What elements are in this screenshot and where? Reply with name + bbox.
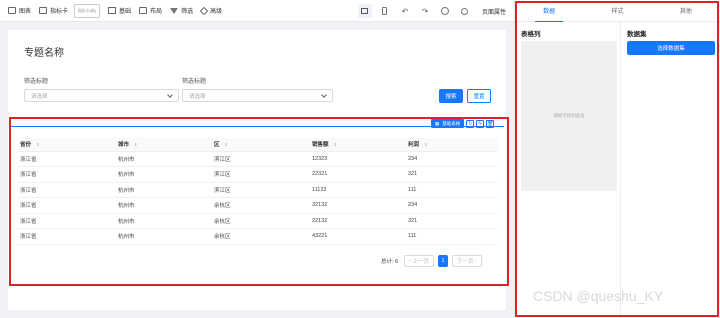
reset-button[interactable]: 重置 xyxy=(467,89,491,103)
toolbar-item-label: 筛选 xyxy=(181,9,194,15)
redo-button[interactable]: ↷ xyxy=(418,4,432,18)
undo-button[interactable]: ↶ xyxy=(398,4,412,18)
toolbar-item-layout[interactable]: 布局 xyxy=(139,6,162,15)
desktop-icon xyxy=(361,8,369,14)
toolbar-item-basic[interactable]: 基础 xyxy=(108,6,131,15)
toolbar-item-label: 高级 xyxy=(210,9,223,15)
toolbar-item-filter[interactable]: 筛选 xyxy=(170,6,193,15)
page-props-button[interactable]: 页面属性 xyxy=(482,7,506,16)
indicator-card-icon xyxy=(39,7,48,14)
app-root: 图表 指标卡 指标卡(新) 基础 布局 筛选 高级 ↶ ↷ 页面属性 专题名称 … xyxy=(0,0,720,318)
filter-placeholder: 请选择 xyxy=(189,93,206,100)
filter-icon xyxy=(170,7,179,14)
highlight-box-table xyxy=(9,117,509,286)
filter-placeholder: 请选择 xyxy=(31,93,48,100)
highlight-box-panel xyxy=(515,1,719,317)
filter-label-1: 筛选标题 xyxy=(24,79,49,85)
mobile-view-button[interactable] xyxy=(378,4,392,18)
layout-icon xyxy=(139,7,148,14)
history-icon xyxy=(440,7,449,15)
chart-icon xyxy=(8,7,16,14)
redo-icon: ↷ xyxy=(421,6,429,16)
chevron-down-icon xyxy=(167,92,173,98)
search-icon xyxy=(461,7,469,15)
toolbar-item-label: 布局 xyxy=(150,9,163,15)
advanced-icon xyxy=(199,6,209,15)
basic-icon xyxy=(108,7,117,14)
undo-icon: ↶ xyxy=(401,6,409,16)
history-button[interactable] xyxy=(438,4,452,18)
card-preview[interactable]: 指标卡(新) xyxy=(74,3,101,18)
desktop-view-button[interactable] xyxy=(357,4,372,18)
toolbar-item-label: 指标卡 xyxy=(50,9,69,15)
toolbar-item-advanced[interactable]: 高级 xyxy=(199,6,223,15)
filter-label-2: 筛选标题 xyxy=(182,79,207,85)
filter-select-1[interactable]: 请选择 xyxy=(24,89,179,102)
toolbar-item-label: 图表 xyxy=(19,9,32,15)
preview-button[interactable] xyxy=(458,4,472,18)
toolbar-item-indicator-card[interactable]: 指标卡 xyxy=(39,6,68,15)
toolbar-item-label: 基础 xyxy=(119,9,132,15)
watermark: CSDN @queshu_KY xyxy=(533,288,664,304)
toolbar-item-chart[interactable]: 图表 xyxy=(8,6,31,15)
page-title: 专题名称 xyxy=(24,48,64,59)
search-button[interactable]: 搜索 xyxy=(439,89,463,103)
top-toolbar: 图表 指标卡 指标卡(新) 基础 布局 筛选 高级 ↶ ↷ 页面属性 xyxy=(0,0,514,22)
mobile-icon xyxy=(382,7,388,15)
filter-select-2[interactable]: 请选择 xyxy=(182,89,333,102)
toolbar-right: ↶ ↷ 页面属性 xyxy=(357,0,514,22)
chevron-down-icon xyxy=(321,92,327,98)
